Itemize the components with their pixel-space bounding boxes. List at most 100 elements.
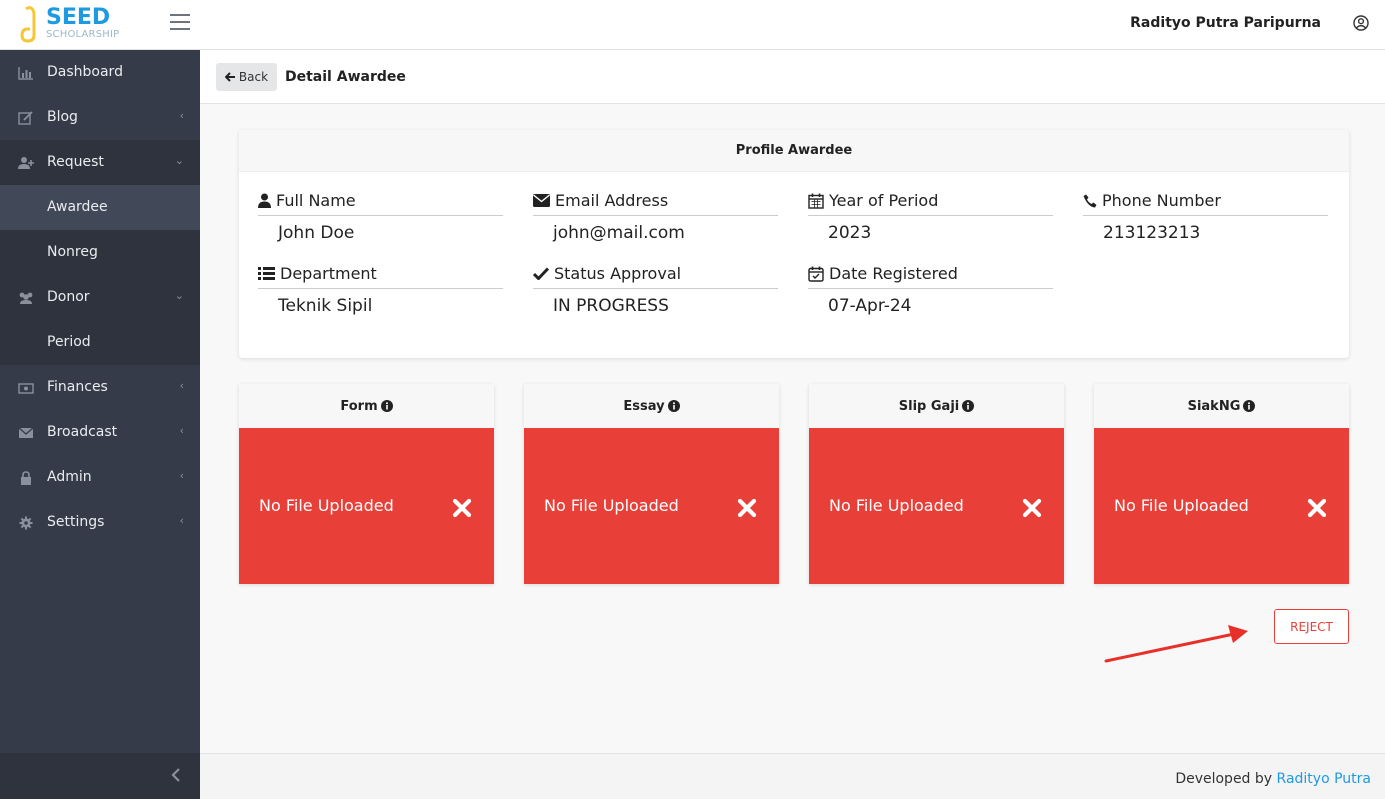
field-department: Department Teknik Sipil — [258, 263, 503, 316]
sidebar-item-settings[interactable]: Settings ‹ — [0, 500, 200, 545]
field-date-registered: Date Registered 07-Apr-24 — [808, 263, 1053, 316]
phone-icon — [1083, 194, 1097, 207]
app-logo[interactable]: SEED SCHOLARSHIP — [18, 3, 138, 45]
field-value: John Doe — [278, 223, 355, 243]
calendar-icon — [808, 193, 824, 209]
user-plus-icon — [18, 157, 34, 169]
document-status-panel: No File Uploaded — [1094, 428, 1349, 584]
author-link[interactable]: Radityo Putra — [1277, 771, 1371, 787]
annotation-arrow-icon — [1104, 625, 1248, 663]
document-card-slip-gaji: Slip Gaji No File Uploaded — [809, 384, 1064, 584]
sidebar-footer — [0, 753, 200, 799]
envelope-icon — [18, 427, 34, 438]
document-title: Essay — [623, 398, 665, 414]
sidebar-item-broadcast[interactable]: Broadcast ‹ — [0, 410, 200, 455]
sidebar-item-label: Admin — [47, 469, 92, 485]
document-status: No File Uploaded — [544, 496, 679, 515]
document-status: No File Uploaded — [1114, 496, 1249, 515]
field-label: Department — [280, 264, 377, 283]
reject-button[interactable]: REJECT — [1274, 609, 1349, 644]
document-title: Form — [340, 398, 378, 414]
logo-text: SEED — [46, 5, 111, 30]
logo-subtext: SCHOLARSHIP — [46, 29, 120, 40]
user-account-icon[interactable] — [1353, 15, 1369, 31]
user-icon — [258, 193, 271, 208]
page-title: Detail Awardee — [285, 69, 406, 85]
envelope-icon — [533, 194, 550, 207]
document-status-panel: No File Uploaded — [239, 428, 494, 584]
collapse-sidebar-icon[interactable] — [170, 767, 182, 783]
sidebar-item-request[interactable]: Request ⌄ — [0, 140, 200, 185]
info-circle-icon[interactable] — [380, 400, 393, 412]
users-icon — [19, 292, 33, 304]
document-title: SiakNG — [1187, 398, 1241, 414]
document-card-siakng: SiakNG No File Uploaded — [1094, 384, 1349, 584]
chevron-left-icon: ‹ — [179, 514, 184, 527]
sidebar-item-donor[interactable]: Donor ⌄ — [0, 275, 200, 320]
menu-toggle-icon[interactable] — [170, 14, 190, 32]
sidebar-item-nonreg[interactable]: Nonreg — [0, 230, 200, 275]
profile-card-title: Profile Awardee — [239, 130, 1349, 172]
document-status: No File Uploaded — [829, 496, 964, 515]
sidebar-item-label: Period — [47, 334, 91, 350]
field-phone-number: Phone Number 213123213 — [1083, 190, 1328, 243]
field-value: 2023 — [828, 223, 872, 243]
sidebar-item-label: Awardee — [47, 199, 108, 215]
field-value: IN PROGRESS — [553, 296, 669, 316]
chevron-left-icon: ‹ — [179, 469, 184, 482]
document-card-essay: Essay No File Uploaded — [524, 384, 779, 584]
sidebar-item-label: Finances — [47, 379, 108, 395]
back-button[interactable]: Back — [216, 63, 277, 91]
close-icon[interactable] — [1022, 498, 1042, 518]
field-label: Status Approval — [554, 264, 682, 283]
sidebar-item-label: Nonreg — [47, 244, 98, 260]
profile-card: Profile Awardee Full Name John Doe Email… — [239, 130, 1349, 358]
sidebar: Dashboard Blog ‹ Request ⌄ Awardee Nonre… — [0, 50, 200, 799]
document-status: No File Uploaded — [259, 496, 394, 515]
money-icon — [18, 383, 34, 394]
field-label: Date Registered — [829, 264, 958, 283]
field-value: Teknik Sipil — [278, 296, 373, 316]
close-icon[interactable] — [452, 498, 472, 518]
info-circle-icon[interactable] — [667, 400, 680, 412]
field-value: 07-Apr-24 — [828, 296, 912, 316]
sidebar-item-period[interactable]: Period — [0, 320, 200, 365]
calendar-check-icon — [808, 266, 824, 282]
field-label: Full Name — [276, 191, 356, 210]
page-header: Back Detail Awardee — [200, 50, 1385, 104]
seed-logo-icon — [20, 6, 36, 43]
sidebar-item-label: Settings — [47, 514, 105, 530]
chevron-left-icon: ‹ — [179, 109, 184, 122]
gear-icon — [19, 516, 33, 530]
field-value: john@mail.com — [553, 223, 685, 243]
field-year-of-period: Year of Period 2023 — [808, 190, 1053, 243]
sidebar-item-blog[interactable]: Blog ‹ — [0, 95, 200, 140]
lock-icon — [21, 471, 31, 485]
close-icon[interactable] — [1307, 498, 1327, 518]
chevron-down-icon: ⌄ — [174, 289, 184, 302]
arrow-left-icon — [224, 72, 235, 82]
close-icon[interactable] — [737, 498, 757, 518]
footer-credit: Developed by Radityo Putra — [1175, 771, 1371, 787]
top-header: SEED SCHOLARSHIP Radityo Putra Paripurna — [0, 0, 1385, 50]
sidebar-item-finances[interactable]: Finances ‹ — [0, 365, 200, 410]
document-title: Slip Gaji — [898, 398, 960, 414]
user-name: Radityo Putra Paripurna — [1130, 15, 1321, 31]
back-button-label: Back — [238, 70, 269, 84]
field-label: Phone Number — [1102, 191, 1221, 210]
document-status-panel: No File Uploaded — [524, 428, 779, 584]
sidebar-item-label: Broadcast — [47, 424, 118, 440]
sidebar-item-dashboard[interactable]: Dashboard — [0, 50, 200, 95]
chevron-left-icon: ‹ — [179, 424, 184, 437]
sidebar-item-label: Dashboard — [47, 64, 123, 80]
info-circle-icon[interactable] — [962, 400, 975, 412]
sidebar-item-awardee[interactable]: Awardee — [0, 185, 200, 230]
document-status-panel: No File Uploaded — [809, 428, 1064, 584]
document-card-form: Form No File Uploaded — [239, 384, 494, 584]
list-icon — [258, 267, 275, 280]
field-status-approval: Status Approval IN PROGRESS — [533, 263, 778, 316]
sidebar-item-admin[interactable]: Admin ‹ — [0, 455, 200, 500]
info-circle-icon[interactable] — [1243, 400, 1256, 412]
sidebar-item-label: Blog — [47, 109, 78, 125]
sidebar-item-label: Request — [47, 154, 104, 170]
